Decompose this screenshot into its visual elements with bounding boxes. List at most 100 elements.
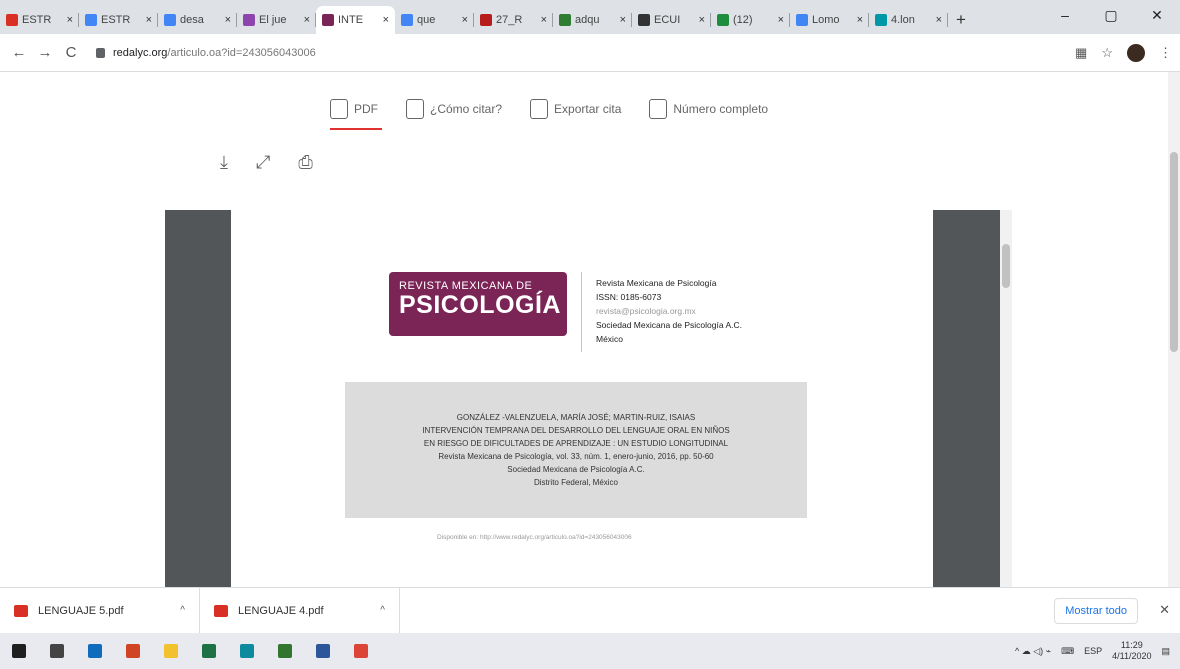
reload-button[interactable]: C bbox=[58, 44, 84, 61]
browser-tab[interactable]: adqu × bbox=[553, 6, 632, 34]
minimize-button[interactable]: – bbox=[1042, 0, 1088, 30]
page-scrollbar[interactable] bbox=[1168, 72, 1180, 587]
address-bar[interactable]: redalyc.org/articulo.oa?id=243056043006 bbox=[90, 38, 1090, 67]
browser-tab[interactable]: 4.lon × bbox=[869, 6, 948, 34]
close-window-button[interactable]: ✕ bbox=[1134, 0, 1180, 30]
fullscreen-icon[interactable]: ⤢ bbox=[256, 152, 270, 173]
powerpoint-icon[interactable] bbox=[114, 633, 152, 669]
back-button[interactable]: ← bbox=[6, 44, 32, 61]
tab-close-icon[interactable]: × bbox=[936, 14, 942, 26]
project-icon[interactable] bbox=[266, 633, 304, 669]
maximize-button[interactable]: ▢ bbox=[1088, 0, 1134, 30]
tab-title: INTE bbox=[338, 14, 364, 26]
app-glyph bbox=[126, 644, 140, 658]
pdf-scrollbar[interactable] bbox=[1000, 210, 1012, 587]
file-explorer-icon[interactable] bbox=[152, 633, 190, 669]
clock[interactable]: 11:29 4/11/2020 bbox=[1112, 640, 1151, 662]
available-url[interactable]: Disponible en: http://www.redalyc.org/ar… bbox=[437, 534, 632, 541]
tab-title: que bbox=[417, 14, 436, 26]
citation-authors: GONZÁLEZ -VALENZUELA, MARÍA JOSÉ; MARTIN… bbox=[456, 413, 696, 422]
print-icon[interactable]: ⎙ bbox=[298, 152, 312, 173]
tab-close-icon[interactable]: × bbox=[67, 14, 73, 26]
tab-close-icon[interactable]: × bbox=[857, 14, 863, 26]
tab-close-icon[interactable]: × bbox=[699, 14, 705, 26]
pdf-scrollbar-thumb[interactable] bbox=[1002, 244, 1010, 288]
citation-box: GONZÁLEZ -VALENZUELA, MARÍA JOSÉ; MARTIN… bbox=[345, 382, 807, 518]
page-scrollbar-thumb[interactable] bbox=[1170, 152, 1178, 352]
downloads-close-button[interactable]: ✕ bbox=[1159, 602, 1170, 618]
app-glyph bbox=[88, 644, 102, 658]
tab-close-icon[interactable]: × bbox=[462, 14, 468, 26]
tab-close-icon[interactable]: × bbox=[304, 14, 310, 26]
start-icon[interactable] bbox=[0, 633, 38, 669]
citation-publisher: Sociedad Mexicana de Psicología A.C. bbox=[507, 465, 645, 474]
language-indicator[interactable]: ESP bbox=[1084, 646, 1102, 656]
tab-title: (12) bbox=[733, 14, 753, 26]
journal-email[interactable]: revista@psicologia.org.mx bbox=[596, 304, 742, 318]
browser-tab[interactable]: ESTR × bbox=[79, 6, 158, 34]
browser-tab[interactable]: INTE × bbox=[316, 6, 395, 34]
notifications-icon[interactable]: ▤ bbox=[1161, 646, 1170, 657]
browser-tab[interactable]: desa × bbox=[158, 6, 237, 34]
tab-separator bbox=[947, 13, 948, 27]
tab-close-icon[interactable]: × bbox=[620, 14, 626, 26]
tab-favicon-icon bbox=[401, 14, 413, 26]
url-host: redalyc.org bbox=[113, 46, 168, 59]
keyboard-icon[interactable]: ⌨ bbox=[1061, 646, 1074, 657]
action-export-citation[interactable]: Exportar cita bbox=[530, 92, 621, 126]
tab-close-icon[interactable]: × bbox=[778, 14, 784, 26]
tab-close-icon[interactable]: × bbox=[541, 14, 547, 26]
tab-close-icon[interactable]: × bbox=[146, 14, 152, 26]
download-filename: LENGUAJE 5.pdf bbox=[38, 604, 124, 617]
lock-icon bbox=[96, 47, 105, 58]
browser-tab[interactable]: ESTR × bbox=[0, 6, 79, 34]
bookmark-star-icon[interactable]: ☆ bbox=[1101, 45, 1113, 61]
tab-title: 27_R bbox=[496, 14, 523, 26]
taskbar-apps bbox=[0, 633, 380, 669]
edge-icon[interactable] bbox=[228, 633, 266, 669]
tab-close-icon[interactable]: × bbox=[383, 14, 389, 26]
browser-tab[interactable]: El jue × bbox=[237, 6, 316, 34]
pdf-tools: ⤓ ⤢ ⎙ bbox=[220, 152, 313, 173]
menu-icon[interactable]: ⋮ bbox=[1159, 45, 1172, 61]
new-tab-button[interactable]: + bbox=[948, 6, 974, 34]
task-view-icon[interactable] bbox=[38, 633, 76, 669]
chrome-icon[interactable] bbox=[342, 633, 380, 669]
journal-info: Revista Mexicana de Psicología ISSN: 018… bbox=[596, 276, 742, 346]
show-all-button[interactable]: Mostrar todo bbox=[1054, 598, 1138, 624]
browser-tab[interactable]: (12) × bbox=[711, 6, 790, 34]
download-item[interactable]: LENGUAJE 4.pdf ^ bbox=[200, 587, 400, 634]
citation-place: Distrito Federal, México bbox=[533, 478, 619, 487]
word-icon[interactable] bbox=[304, 633, 342, 669]
tray-icons[interactable]: ^ ☁ ◁) ⌁ bbox=[1015, 646, 1051, 657]
chevron-up-icon[interactable]: ^ bbox=[380, 605, 385, 616]
forward-button[interactable]: → bbox=[32, 44, 58, 61]
action-full-issue[interactable]: Número completo bbox=[649, 92, 768, 126]
app-glyph bbox=[316, 644, 330, 658]
full-issue-icon bbox=[649, 99, 668, 119]
page-content: PDF ¿Cómo citar? Exportar cita Número compl… bbox=[0, 72, 1168, 587]
browser-tab[interactable]: ECUI × bbox=[632, 6, 711, 34]
excel-icon[interactable] bbox=[190, 633, 228, 669]
browser-tab[interactable]: 27_R × bbox=[474, 6, 553, 34]
browser-tab[interactable]: que × bbox=[395, 6, 474, 34]
browser-tab[interactable]: Lomo × bbox=[790, 6, 869, 34]
action-label: ¿Cómo citar? bbox=[430, 102, 503, 116]
outlook-icon[interactable] bbox=[76, 633, 114, 669]
profile-avatar[interactable] bbox=[1127, 44, 1145, 62]
tab-close-icon[interactable]: × bbox=[225, 14, 231, 26]
tab-favicon-icon bbox=[164, 14, 176, 26]
action-quote[interactable]: ¿Cómo citar? bbox=[406, 92, 502, 126]
download-icon[interactable]: ⤓ bbox=[220, 152, 228, 173]
tab-title: El jue bbox=[259, 14, 287, 26]
translate-icon[interactable]: ▦ bbox=[1075, 45, 1087, 61]
tab-list: ESTR × ESTR × desa × El jue × INTE × que × 27_R × adqu… bbox=[0, 6, 948, 34]
tab-favicon-icon bbox=[322, 14, 334, 26]
citation-title-line-2: EN RIESGO DE DIFICULTADES DE APRENDIZAJE… bbox=[423, 439, 729, 448]
download-item[interactable]: LENGUAJE 5.pdf ^ bbox=[0, 587, 200, 634]
tab-favicon-icon bbox=[717, 14, 729, 26]
action-pdf[interactable]: PDF bbox=[330, 92, 382, 130]
pdf-viewer[interactable]: REVISTA MEXICANA DE PSICOLOGÍA Revista M… bbox=[165, 210, 1012, 587]
chevron-up-icon[interactable]: ^ bbox=[180, 605, 185, 616]
downloads-bar: LENGUAJE 5.pdf ^ LENGUAJE 4.pdf ^ Mostrar t… bbox=[0, 587, 1180, 634]
